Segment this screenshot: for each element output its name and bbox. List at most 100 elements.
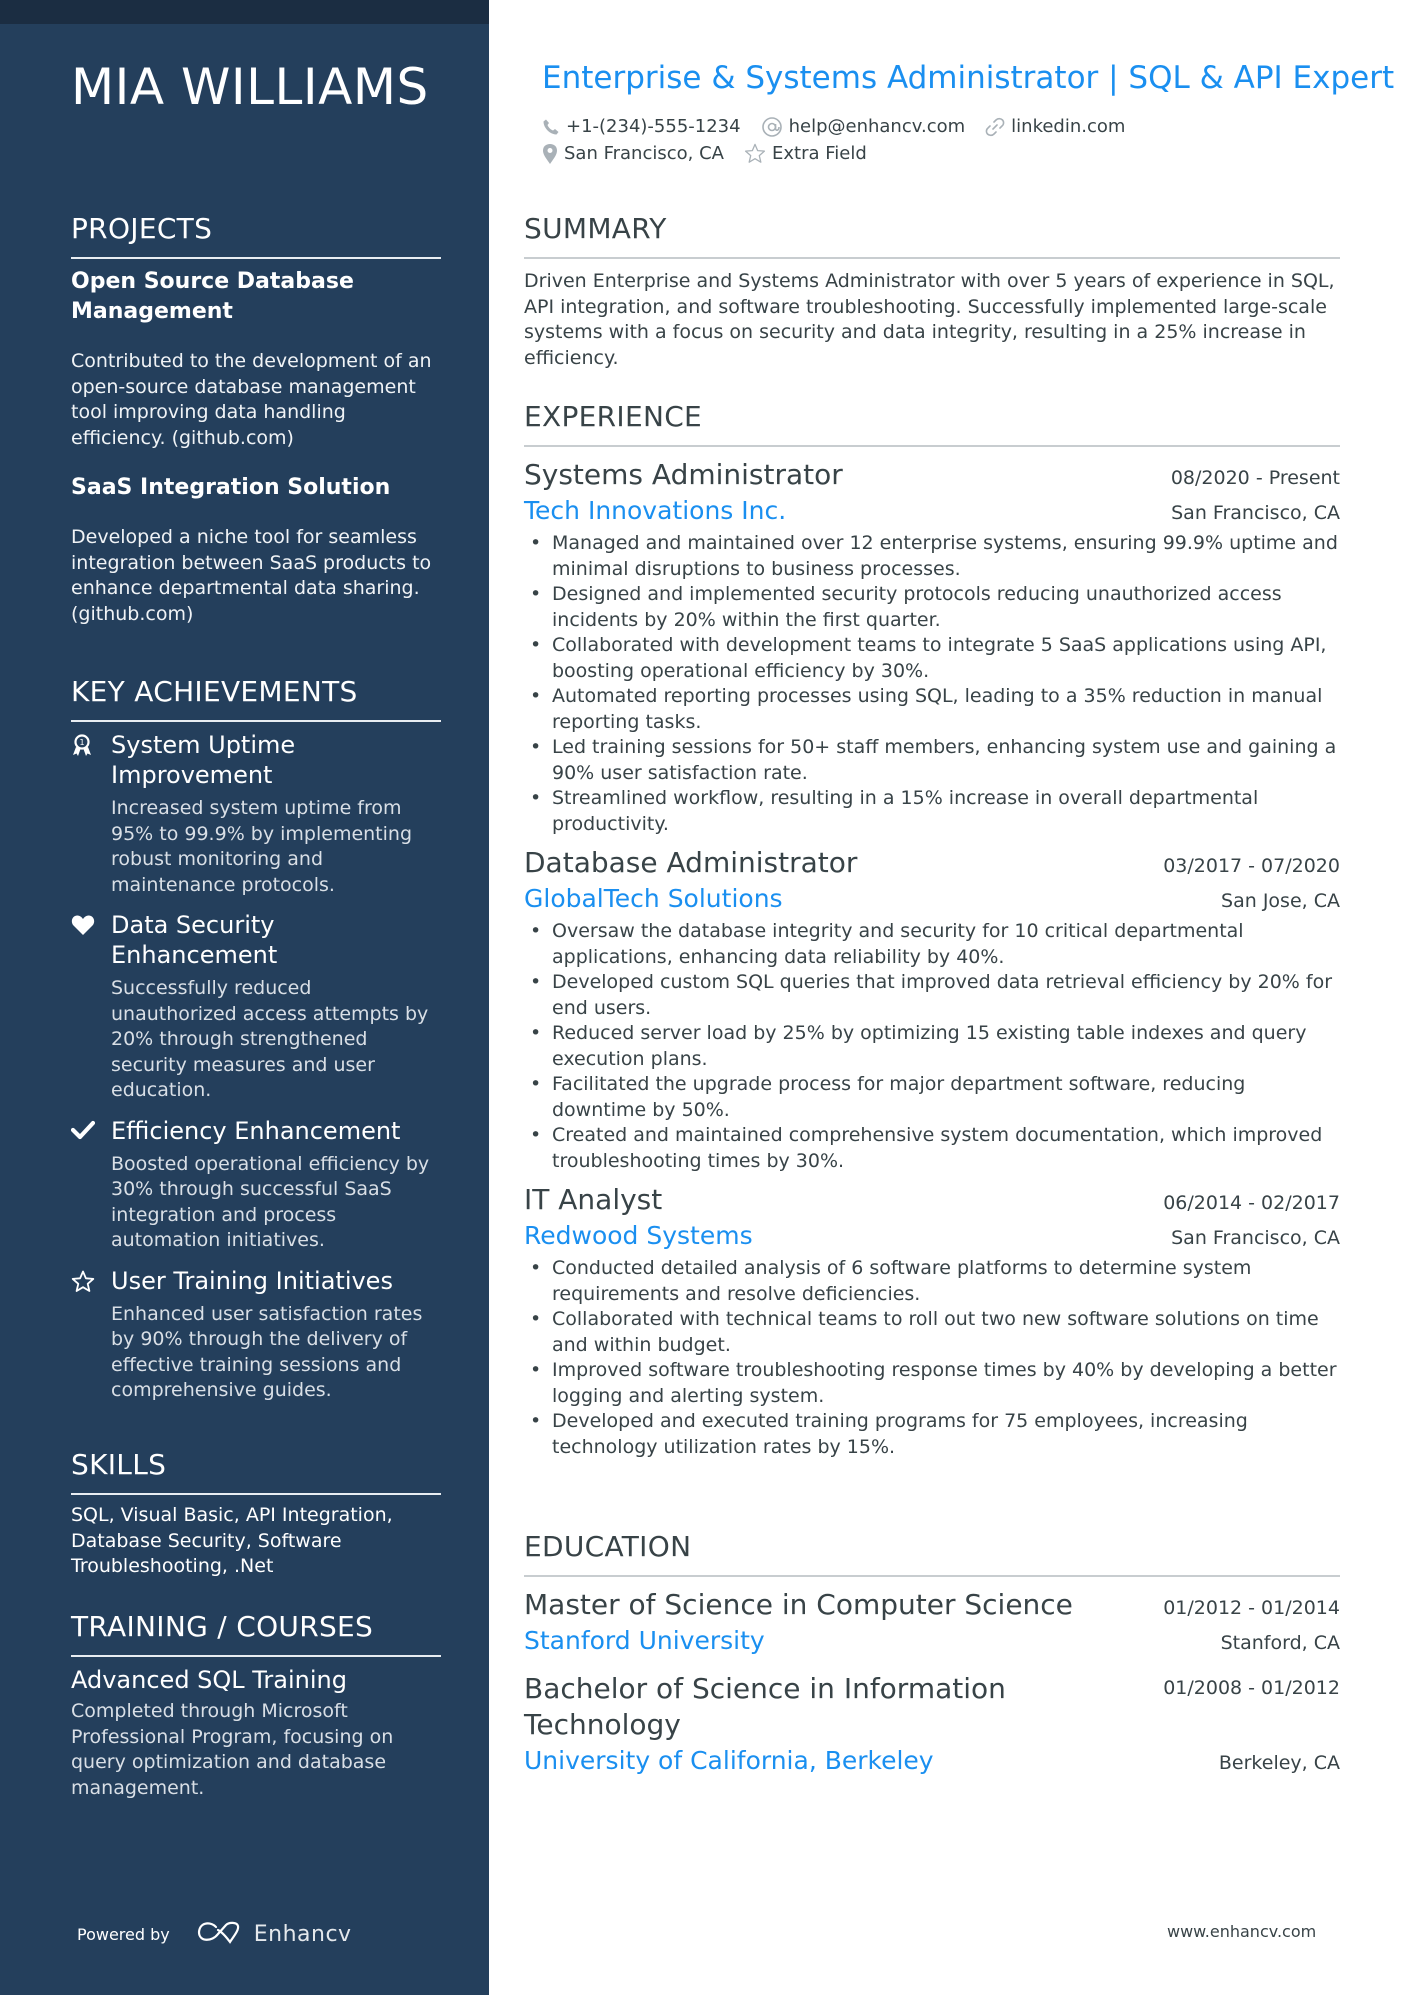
job-location: San Francisco, CA (1171, 502, 1340, 524)
achievement-title: System Uptime Improvement (111, 731, 296, 789)
job-title: IT Analyst (524, 1183, 663, 1216)
course-description: Completed through Microsoft Professional… (71, 1700, 394, 1799)
job-dates: 08/2020 - Present (1170, 467, 1340, 489)
contact-extra: Extra Field (744, 143, 867, 164)
job-bullets: Conducted detailed analysis of 6 softwar… (524, 1256, 1340, 1460)
powered-by-label: Powered by (77, 1924, 170, 1944)
bullet-item: Developed and executed training programs… (524, 1409, 1340, 1460)
job-bullets: Oversaw the database integrity and secur… (524, 919, 1340, 1174)
experience-heading: EXPERIENCE (524, 400, 1340, 447)
course-title: Advanced SQL Training (71, 1666, 347, 1694)
heart-icon (71, 910, 111, 1104)
project-item: SaaS Integration Solution Developed a ni… (71, 473, 441, 627)
bullet-item: Collaborated with technical teams to rol… (524, 1307, 1340, 1358)
education-section: EDUCATION Master of Science in Computer … (524, 1530, 1340, 1779)
summary-section: SUMMARY Driven Enterprise and Systems Ad… (524, 212, 1340, 371)
summary-text: Driven Enterprise and Systems Administra… (524, 270, 1335, 369)
project-item: Open Source Database Management Contribu… (71, 267, 441, 451)
headline-title: Enterprise & Systems Administrator | SQL… (542, 60, 1395, 96)
achievement-description: Increased system uptime from 95% to 99.9… (111, 797, 413, 896)
training-section: TRAINING / COURSES Advanced SQL Training… (71, 1610, 441, 1801)
training-heading: TRAINING / COURSES (71, 1610, 441, 1657)
project-title: SaaS Integration Solution (71, 475, 391, 500)
skills-list: SQL, Visual Basic, API Integration, Data… (71, 1504, 393, 1577)
education-dates: 01/2008 - 01/2012 (1163, 1677, 1340, 1699)
school-name: University of California, Berkeley (524, 1746, 934, 1775)
achievement-title: User Training Initiatives (111, 1266, 393, 1295)
project-description: Contributed to the development of an ope… (71, 350, 432, 449)
bullet-item: Developed custom SQL queries that improv… (524, 970, 1340, 1021)
phone-value: +1-(234)-555-1234 (566, 116, 741, 137)
skills-section: SKILLS SQL, Visual Basic, API Integratio… (71, 1448, 441, 1580)
extra-value: Extra Field (771, 143, 867, 164)
sidebar-top-strip (0, 0, 489, 24)
company-name: GlobalTech Solutions (524, 884, 783, 913)
skills-heading: SKILLS (71, 1448, 441, 1495)
achievements-section: KEY ACHIEVEMENTS 1 System Uptime Improve… (70, 675, 441, 1404)
contact-email[interactable]: help@enhancv.com (761, 116, 966, 138)
bullet-item: Oversaw the database integrity and secur… (524, 919, 1340, 970)
award-ribbon-icon: 1 (71, 730, 111, 898)
bullet-item: Improved software troubleshooting respon… (524, 1358, 1340, 1409)
contact-phone[interactable]: +1-(234)-555-1234 (542, 116, 741, 137)
job-entry: Database Administrator 03/2017 - 07/2020… (524, 845, 1340, 1174)
job-title: Systems Administrator (524, 458, 843, 491)
company-name: Tech Innovations Inc. (524, 496, 787, 525)
project-title: Open Source Database Management (71, 269, 354, 324)
brand-logo[interactable]: Enhancv (196, 1920, 352, 1948)
bullet-item: Facilitated the upgrade process for majo… (524, 1072, 1340, 1123)
achievement-item: Efficiency Enhancement Boosted operation… (70, 1116, 441, 1254)
candidate-name: MIA WILLIAMS (71, 58, 429, 116)
svg-text:1: 1 (79, 738, 84, 747)
school-location: Berkeley, CA (1218, 1752, 1340, 1774)
job-dates: 06/2014 - 02/2017 (1163, 1192, 1340, 1214)
bullet-item: Automated reporting processes using SQL,… (524, 684, 1340, 735)
education-heading: EDUCATION (524, 1530, 1340, 1577)
achievement-title: Data Security Enhancement (111, 911, 278, 969)
achievements-heading: KEY ACHIEVEMENTS (71, 675, 441, 722)
education-entry: Bachelor of Science in Information Techn… (524, 1671, 1340, 1779)
bullet-item: Managed and maintained over 12 enterpris… (524, 531, 1340, 582)
link-value: linkedin.com (1011, 116, 1126, 137)
powered-by: Powered by Enhancv (77, 1920, 352, 1948)
achievement-description: Enhanced user satisfaction rates by 90% … (111, 1302, 423, 1402)
job-bullets: Managed and maintained over 12 enterpris… (524, 531, 1340, 837)
job-entry: IT Analyst 06/2014 - 02/2017 Redwood Sys… (524, 1182, 1340, 1460)
projects-heading: PROJECTS (71, 212, 441, 259)
job-entry: Systems Administrator 08/2020 - Present … (524, 457, 1340, 837)
bullet-item: Designed and implemented security protoc… (524, 582, 1340, 633)
project-description: Developed a niche tool for seamless inte… (71, 526, 432, 625)
achievement-item: 1 System Uptime Improvement Increased sy… (71, 730, 441, 898)
experience-section: EXPERIENCE Systems Administrator 08/2020… (524, 400, 1340, 1460)
contact-info: +1-(234)-555-1234 help@enhancv.com linke… (542, 113, 1125, 167)
contact-link[interactable]: linkedin.com (985, 116, 1125, 137)
achievement-item: User Training Initiatives Enhanced user … (71, 1266, 441, 1404)
school-location: Stanford, CA (1220, 1632, 1340, 1654)
link-icon (985, 117, 1005, 137)
achievement-description: Boosted operational efficiency by 30% th… (111, 1152, 430, 1252)
contact-location: San Francisco, CA (542, 143, 724, 165)
bullet-item: Led training sessions for 50+ staff memb… (524, 735, 1340, 786)
enhancv-logo-icon (196, 1920, 242, 1948)
map-pin-icon (542, 143, 558, 165)
at-icon (761, 116, 783, 138)
job-location: San Francisco, CA (1171, 1227, 1340, 1249)
education-entry: Master of Science in Computer Science 01… (524, 1587, 1340, 1659)
star-icon (744, 143, 766, 164)
bullet-item: Collaborated with development teams to i… (524, 633, 1340, 684)
achievement-description: Successfully reduced unauthorized access… (111, 977, 429, 1101)
job-location: San Jose, CA (1221, 890, 1340, 912)
achievement-item: Data Security Enhancement Successfully r… (71, 910, 441, 1104)
job-title: Database Administrator (524, 846, 858, 879)
bullet-item: Conducted detailed analysis of 6 softwar… (524, 1256, 1340, 1307)
email-value: help@enhancv.com (788, 116, 966, 137)
company-name: Redwood Systems (524, 1221, 753, 1250)
summary-heading: SUMMARY (524, 212, 1340, 259)
footer-url[interactable]: www.enhancv.com (1167, 1922, 1316, 1941)
phone-icon (542, 118, 560, 136)
bullet-item: Reduced server load by 25% by optimizing… (524, 1021, 1340, 1072)
education-dates: 01/2012 - 01/2014 (1163, 1597, 1340, 1619)
degree-title: Master of Science in Computer Science (524, 1588, 1073, 1621)
brand-name: Enhancv (253, 1921, 352, 1947)
star-outline-icon (71, 1266, 111, 1404)
